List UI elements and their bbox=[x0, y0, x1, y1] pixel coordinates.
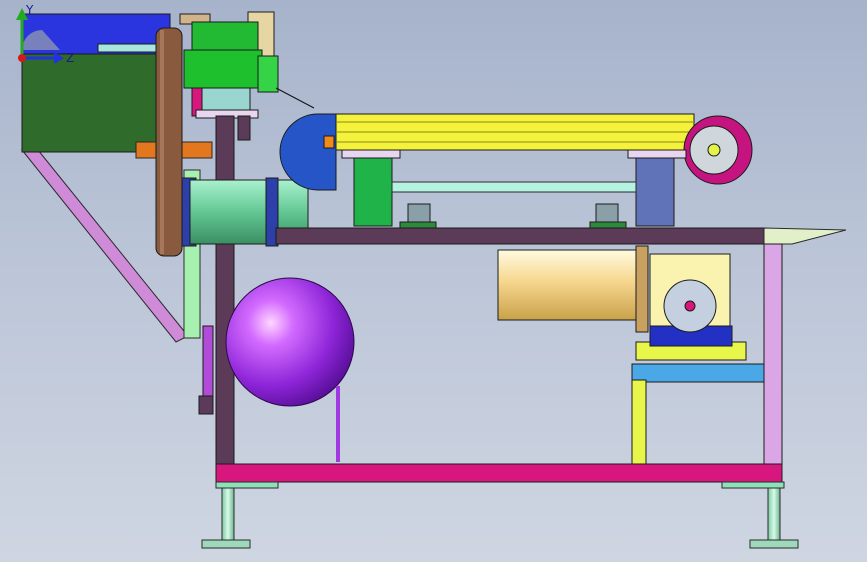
belt-plate[interactable] bbox=[155, 27, 183, 257]
origin-icon bbox=[18, 54, 26, 62]
main-beam[interactable] bbox=[275, 227, 847, 245]
leveling-feet[interactable] bbox=[201, 481, 799, 549]
leader-line bbox=[275, 87, 315, 109]
sphere-tank[interactable] bbox=[225, 277, 355, 462]
belt-conveyor[interactable] bbox=[279, 113, 753, 191]
triad-plane-icon bbox=[22, 30, 60, 50]
machine-model[interactable] bbox=[0, 0, 867, 562]
conveyor-supports[interactable] bbox=[353, 157, 675, 229]
axis-triad: Y Z bbox=[16, 3, 74, 65]
saw-unit[interactable] bbox=[497, 245, 747, 361]
z-axis-label: Z bbox=[66, 51, 74, 65]
y-axis-label: Y bbox=[25, 3, 34, 17]
main-column[interactable] bbox=[215, 115, 251, 467]
base-frame[interactable] bbox=[215, 463, 783, 483]
cad-3d-viewport[interactable]: Y Z bbox=[0, 0, 867, 562]
air-cylinder[interactable] bbox=[198, 325, 214, 415]
top-motor-assembly[interactable] bbox=[179, 11, 279, 119]
